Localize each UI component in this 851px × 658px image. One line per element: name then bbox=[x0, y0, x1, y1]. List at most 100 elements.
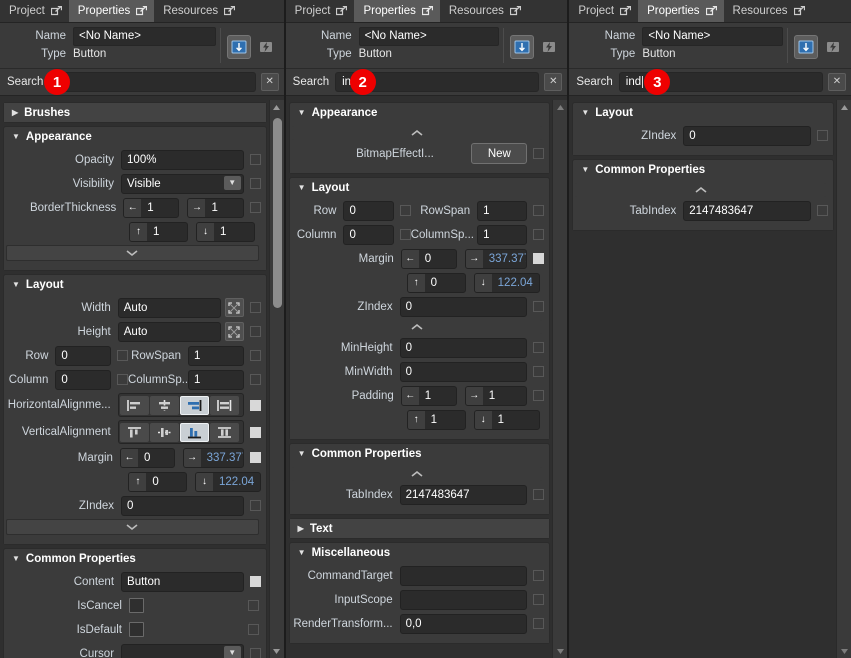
group-layout[interactable]: ▼ Layout Row 0 RowSpan 1 Co bbox=[289, 177, 551, 440]
padding-bottom[interactable]: ↓ 1 bbox=[474, 410, 540, 430]
rowspan-advanced-marker[interactable] bbox=[250, 350, 261, 361]
height-auto-size-icon[interactable] bbox=[225, 322, 244, 341]
align-center-icon[interactable] bbox=[150, 396, 179, 415]
group-common-header[interactable]: ▼ Common Properties bbox=[290, 444, 550, 463]
row-input[interactable]: 0 bbox=[343, 201, 393, 221]
tab-properties[interactable]: Properties bbox=[638, 0, 723, 22]
popout-icon[interactable] bbox=[136, 6, 147, 16]
layout-collapse-less[interactable] bbox=[292, 320, 543, 334]
tab-resources[interactable]: Resources bbox=[724, 0, 812, 22]
group-layout-header[interactable]: ▼ Layout bbox=[290, 178, 550, 197]
tabindex-advanced-marker[interactable] bbox=[533, 489, 544, 500]
vertical-scrollbar-2[interactable] bbox=[552, 100, 567, 658]
group-appearance[interactable]: ▼ Appearance Opacity 100% Visibility Vi bbox=[3, 126, 267, 271]
columnspan-input[interactable]: 1 bbox=[188, 370, 244, 390]
height-advanced-marker[interactable] bbox=[250, 326, 261, 337]
commandtarget-input[interactable] bbox=[400, 566, 528, 586]
padding-left[interactable]: ← 1 bbox=[401, 386, 457, 406]
popout-icon[interactable] bbox=[620, 6, 631, 16]
content-advanced-marker[interactable] bbox=[250, 576, 261, 587]
minwidth-input[interactable]: 0 bbox=[400, 362, 528, 382]
column-advanced-marker[interactable] bbox=[400, 229, 411, 240]
tab-properties[interactable]: Properties bbox=[354, 0, 439, 22]
group-brushes-header[interactable]: ▶ Brushes bbox=[4, 103, 266, 122]
borderthickness-top[interactable]: ↑ 1 bbox=[129, 222, 188, 242]
columnspan-input[interactable]: 1 bbox=[477, 225, 527, 245]
minheight-input[interactable]: 0 bbox=[400, 338, 528, 358]
properties-view-button[interactable] bbox=[510, 35, 534, 59]
inputscope-advanced-marker[interactable] bbox=[533, 594, 544, 605]
borderthickness-bottom[interactable]: ↓ 1 bbox=[196, 222, 255, 242]
group-common-properties[interactable]: ▼ Common Properties TabIndex 2147483647 bbox=[572, 159, 834, 231]
borderthickness-advanced-marker[interactable] bbox=[250, 202, 261, 213]
vertical-scrollbar-3[interactable] bbox=[836, 100, 851, 658]
align-stretch-icon[interactable] bbox=[210, 396, 239, 415]
minheight-advanced-marker[interactable] bbox=[533, 342, 544, 353]
group-brushes[interactable]: ▶ Brushes bbox=[3, 102, 267, 123]
margin-advanced-marker[interactable] bbox=[250, 452, 261, 463]
scroll-up-icon[interactable] bbox=[270, 100, 284, 114]
clear-search-icon[interactable]: ✕ bbox=[544, 73, 562, 91]
zindex-input[interactable]: 0 bbox=[121, 496, 244, 516]
opacity-input[interactable]: 100% bbox=[121, 150, 244, 170]
popout-icon[interactable] bbox=[510, 6, 521, 16]
visibility-select[interactable]: Visible ▼ bbox=[121, 174, 244, 194]
align-left-icon[interactable] bbox=[120, 396, 149, 415]
height-input[interactable]: Auto bbox=[118, 322, 221, 342]
cursor-advanced-marker[interactable] bbox=[250, 648, 261, 658]
isdefault-checkbox[interactable] bbox=[129, 622, 144, 637]
minwidth-advanced-marker[interactable] bbox=[533, 366, 544, 377]
group-layout-header[interactable]: ▼ Layout bbox=[573, 103, 833, 122]
properties-view-button[interactable] bbox=[794, 35, 818, 59]
width-advanced-marker[interactable] bbox=[250, 302, 261, 313]
column-input[interactable]: 0 bbox=[55, 370, 111, 390]
search-input[interactable] bbox=[49, 72, 255, 92]
vertical-scrollbar-1[interactable] bbox=[269, 100, 284, 658]
rowspan-input[interactable]: 1 bbox=[188, 346, 244, 366]
group-text[interactable]: ▶ Text bbox=[289, 518, 551, 539]
isdefault-advanced-marker[interactable] bbox=[248, 624, 259, 635]
bitmapeffect-new-button[interactable]: New bbox=[471, 143, 527, 164]
margin-bottom[interactable]: ↓ 122.04 bbox=[195, 472, 261, 492]
group-common-header[interactable]: ▼ Common Properties bbox=[573, 160, 833, 179]
column-input[interactable]: 0 bbox=[343, 225, 393, 245]
iscancel-checkbox[interactable] bbox=[129, 598, 144, 613]
common-collapse-less[interactable] bbox=[292, 467, 543, 481]
visibility-advanced-marker[interactable] bbox=[250, 178, 261, 189]
clear-search-icon[interactable]: ✕ bbox=[828, 73, 846, 91]
tab-project[interactable]: Project bbox=[569, 0, 638, 22]
margin-bottom[interactable]: ↓ 122.04 bbox=[474, 273, 540, 293]
valign-top-icon[interactable] bbox=[120, 423, 149, 442]
zindex-input[interactable]: 0 bbox=[400, 297, 528, 317]
padding-right[interactable]: → 1 bbox=[465, 386, 528, 406]
valign-advanced-marker[interactable] bbox=[250, 427, 261, 438]
group-layout-header[interactable]: ▼ Layout bbox=[4, 275, 266, 294]
popout-icon[interactable] bbox=[336, 6, 347, 16]
content-input[interactable]: Button bbox=[121, 572, 244, 592]
halign-advanced-marker[interactable] bbox=[250, 400, 261, 411]
scrollbar-thumb[interactable] bbox=[273, 118, 282, 308]
zindex-advanced-marker[interactable] bbox=[817, 130, 828, 141]
align-right-icon[interactable] bbox=[180, 396, 209, 415]
popout-icon[interactable] bbox=[706, 6, 717, 16]
tab-properties[interactable]: Properties bbox=[69, 0, 154, 22]
column-advanced-marker[interactable] bbox=[117, 374, 128, 385]
width-auto-size-icon[interactable] bbox=[225, 298, 244, 317]
tabindex-input[interactable]: 2147483647 bbox=[400, 485, 528, 505]
scroll-up-icon[interactable] bbox=[553, 100, 567, 114]
group-misc-header[interactable]: ▼ Miscellaneous bbox=[290, 543, 550, 562]
group-appearance[interactable]: ▼ Appearance BitmapEffectI... New bbox=[289, 102, 551, 174]
tabindex-advanced-marker[interactable] bbox=[817, 205, 828, 216]
borderthickness-left[interactable]: ← 1 bbox=[123, 198, 179, 218]
valign-bottom-icon[interactable] bbox=[180, 423, 209, 442]
scroll-down-icon[interactable] bbox=[837, 644, 851, 658]
columnspan-advanced-marker[interactable] bbox=[533, 229, 544, 240]
group-common-header[interactable]: ▼ Common Properties bbox=[4, 549, 266, 568]
appearance-collapse-less[interactable] bbox=[292, 126, 543, 140]
tab-project[interactable]: Project bbox=[286, 0, 355, 22]
inputscope-input[interactable] bbox=[400, 590, 528, 610]
tab-resources[interactable]: Resources bbox=[440, 0, 528, 22]
opacity-advanced-marker[interactable] bbox=[250, 154, 261, 165]
borderthickness-right[interactable]: → 1 bbox=[187, 198, 243, 218]
zindex-advanced-marker[interactable] bbox=[250, 500, 261, 511]
